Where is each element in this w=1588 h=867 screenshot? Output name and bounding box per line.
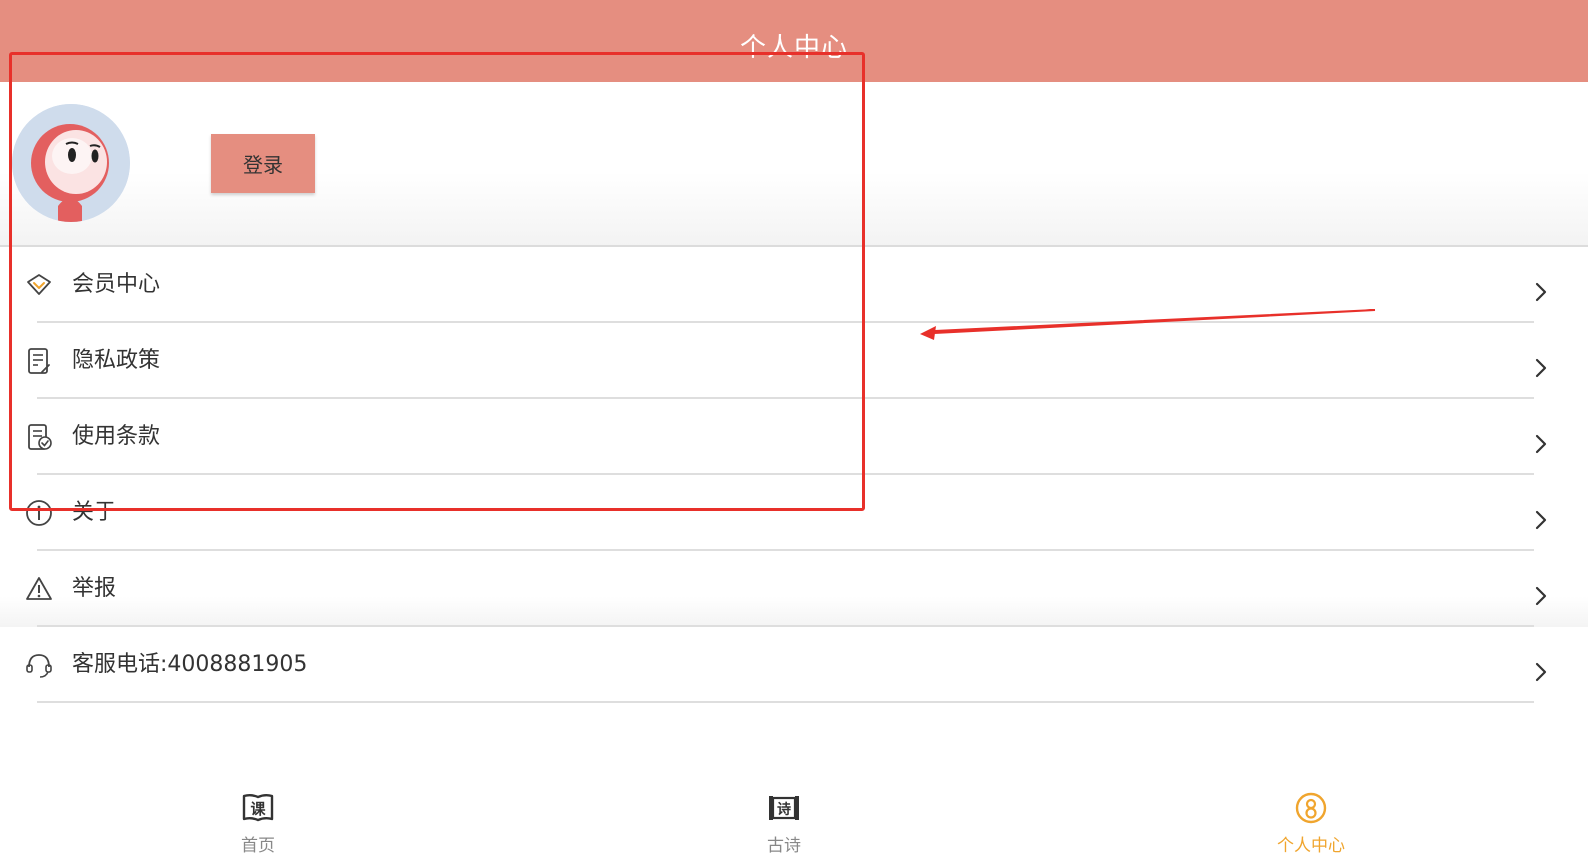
menu-item-label: 举报 [72, 576, 117, 601]
svg-text:课: 课 [250, 800, 266, 818]
info-icon [26, 500, 52, 526]
menu-item-report[interactable]: 举报 [0, 551, 1588, 627]
user-circle-icon [1295, 792, 1327, 824]
svg-text:诗: 诗 [777, 801, 791, 818]
warning-icon [26, 577, 52, 600]
app-window: 个人中心 登录 会员中心 隐私政策 使用条款 关于 举报 客服电话:400888… [0, 0, 1588, 867]
chevron-right-icon [1535, 510, 1547, 530]
document-icon [28, 348, 50, 374]
course-book-icon: 课 [242, 794, 274, 822]
top-bar: 个人中心 [0, 0, 1588, 82]
menu-item-label: 使用条款 [72, 424, 161, 449]
tab-label: 个人中心 [1277, 836, 1345, 856]
tab-label: 首页 [241, 836, 275, 856]
chevron-right-icon [1535, 282, 1547, 302]
menu-item-member-center[interactable]: 会员中心 [0, 247, 1588, 323]
menu-item-customer-service[interactable]: 客服电话:4008881905 [0, 627, 1588, 703]
diamond-icon [27, 274, 51, 295]
tab-label: 古诗 [767, 836, 801, 856]
bottom-tab-bar: 课 首页 诗 古诗 个人中心 [0, 777, 1588, 867]
menu-item-terms-of-use[interactable]: 使用条款 [0, 399, 1588, 475]
chevron-right-icon [1535, 662, 1547, 682]
menu-item-privacy-policy[interactable]: 隐私政策 [0, 323, 1588, 399]
divider [37, 701, 1534, 703]
chevron-right-icon [1535, 358, 1547, 378]
chevron-right-icon [1535, 586, 1547, 606]
poem-scroll-icon: 诗 [769, 796, 799, 820]
login-button[interactable]: 登录 [211, 134, 315, 193]
page-title: 个人中心 [739, 33, 848, 63]
menu-item-label: 隐私政策 [72, 348, 161, 373]
profile-header: 登录 [0, 82, 1588, 246]
menu-item-label: 关于 [72, 500, 117, 525]
tab-home[interactable]: 课 首页 [198, 791, 318, 861]
settings-menu: 会员中心 隐私政策 使用条款 关于 举报 客服电话:4008881905 [0, 247, 1588, 703]
tab-poems[interactable]: 诗 古诗 [724, 791, 844, 861]
menu-item-label: 客服电话:4008881905 [72, 652, 308, 677]
document-check-icon [28, 424, 52, 450]
avatar-mascot-icon [12, 104, 130, 222]
menu-item-about[interactable]: 关于 [0, 475, 1588, 551]
avatar[interactable] [12, 104, 130, 222]
tab-profile[interactable]: 个人中心 [1251, 791, 1371, 861]
headset-icon [26, 654, 52, 678]
chevron-right-icon [1535, 434, 1547, 454]
menu-item-label: 会员中心 [72, 272, 161, 297]
